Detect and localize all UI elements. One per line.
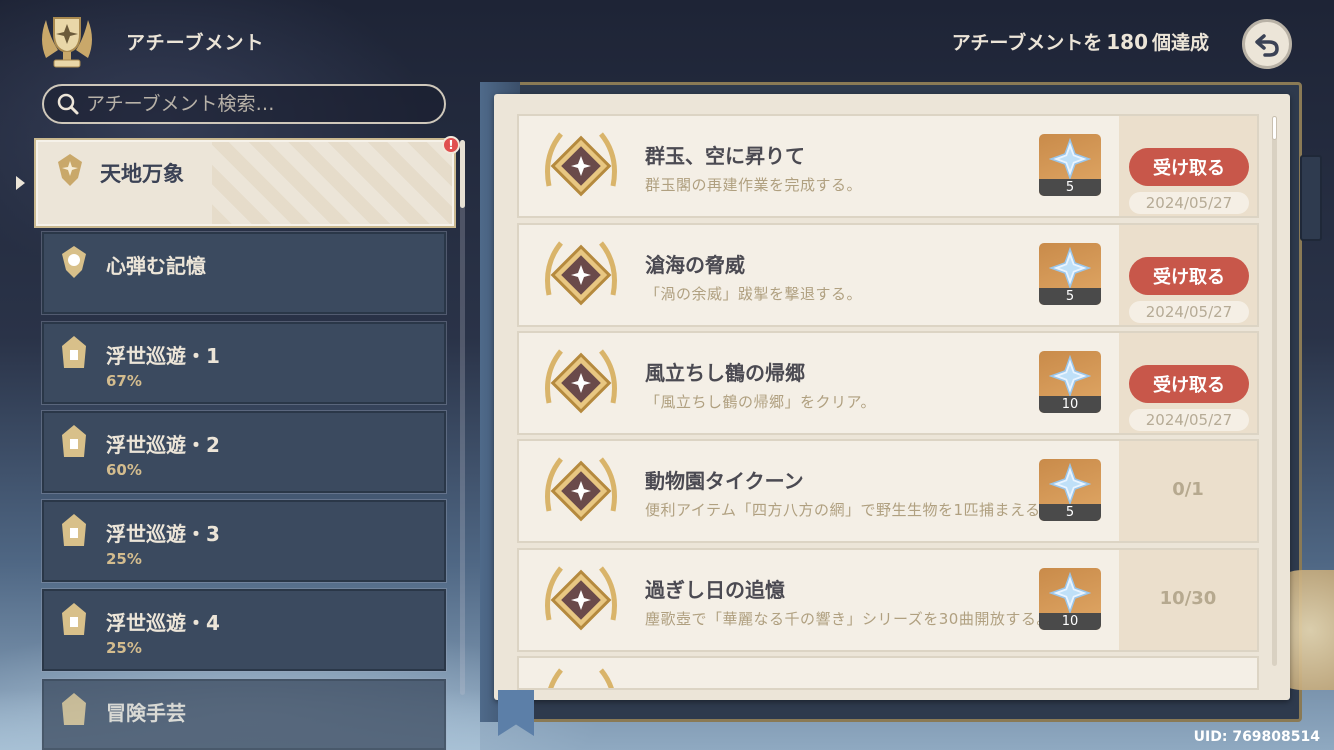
category-emblem-icon xyxy=(62,246,86,278)
category-progress: 60% xyxy=(106,461,142,479)
achievement-progress: 0/1 xyxy=(1172,479,1204,500)
category-label: 浮世巡遊・4 xyxy=(106,611,220,635)
primogem-icon xyxy=(1049,247,1091,289)
achievement-title: 風立ちし鶴の帰郷 xyxy=(645,361,805,385)
achievement-medal-icon xyxy=(548,668,614,688)
user-id: UID: 769808514 xyxy=(1193,729,1320,745)
achievement-status: 受け取る 2024/05/27 xyxy=(1119,333,1257,433)
achievement-medal-icon xyxy=(545,566,617,631)
category-item-tenchi-banshou[interactable]: 天地万象 xyxy=(34,138,456,228)
achievement-row: 群玉、空に昇りて 群玉閣の再建作業を完成する。 5 受け取る 2024/05/2… xyxy=(517,114,1259,218)
category-emblem-icon xyxy=(62,336,86,368)
achievement-row: 風立ちし鶴の帰郷 「風立ちし鶴の帰郷」をクリア。 10 受け取る 2024/05… xyxy=(517,331,1259,435)
achievement-title: 動物園タイクーン xyxy=(645,469,804,493)
achievement-title: 滄海の脅威 xyxy=(645,253,745,277)
count-suffix: 個達成 xyxy=(1151,32,1209,54)
primogem-reward: 5 xyxy=(1039,459,1101,521)
achievement-status: 受け取る 2024/05/27 xyxy=(1119,116,1257,216)
claim-button[interactable]: 受け取る xyxy=(1129,365,1249,403)
completion-date: 2024/05/27 xyxy=(1129,192,1249,214)
achievement-progress: 10/30 xyxy=(1159,588,1217,609)
page-title: アチーブメント xyxy=(126,32,265,54)
primogem-icon xyxy=(1049,463,1091,505)
search-input[interactable] xyxy=(86,93,426,115)
category-emblem-icon xyxy=(62,514,86,546)
achievement-description: 群玉閣の再建作業を完成する。 xyxy=(645,176,863,194)
reward-quantity: 10 xyxy=(1039,396,1101,413)
back-arrow-icon xyxy=(1255,34,1279,57)
scrollbar-thumb[interactable] xyxy=(460,140,465,208)
achievement-count: アチーブメントを 180 個達成 xyxy=(952,28,1209,55)
achievement-status: 受け取る 2024/05/27 xyxy=(1119,225,1257,325)
search-bar[interactable] xyxy=(42,84,446,124)
category-item-kokoro-hazumu-kioku[interactable]: 心弾む記憶 xyxy=(41,231,447,315)
category-emblem-icon xyxy=(62,693,86,725)
book-side-tab xyxy=(1300,155,1322,241)
claim-button[interactable]: 受け取る xyxy=(1129,148,1249,186)
reward-quantity: 10 xyxy=(1039,613,1101,630)
reward-quantity: 5 xyxy=(1039,179,1101,196)
completion-date: 2024/05/27 xyxy=(1129,301,1249,323)
achievement-row: 滄海の脅威 「渦の余威」跋掣を撃退する。 5 受け取る 2024/05/27 xyxy=(517,223,1259,327)
achievement-status: 0/1 xyxy=(1119,441,1257,541)
search-icon xyxy=(57,93,79,115)
claim-button[interactable]: 受け取る xyxy=(1129,257,1249,295)
selected-indicator-icon xyxy=(16,176,25,190)
count-value: 180 xyxy=(1106,30,1148,54)
category-item-ukiyo-1[interactable]: 浮世巡遊・1 67% xyxy=(41,321,447,405)
primogem-icon xyxy=(1049,572,1091,614)
achievement-row: 過ぎし日の追憶 塵歌壺で「華麗なる千の響き」シリーズを30曲開放する。 10 1… xyxy=(517,548,1259,652)
category-item-ukiyo-3[interactable]: 浮世巡遊・3 25% xyxy=(41,499,447,583)
category-progress: 25% xyxy=(106,550,142,568)
reward-quantity: 5 xyxy=(1039,504,1101,521)
category-label: 冒険手芸 xyxy=(106,701,186,725)
category-progress: 67% xyxy=(106,372,142,390)
category-progress: 25% xyxy=(106,639,142,657)
achievement-description: 塵歌壺で「華麗なる千の響き」シリーズを30曲開放する。 xyxy=(645,610,1052,628)
category-emblem-icon xyxy=(58,154,82,186)
primogem-reward: 10 xyxy=(1039,351,1101,413)
trophy-icon xyxy=(42,17,92,68)
category-emblem-icon xyxy=(62,425,86,457)
primogem-icon xyxy=(1049,138,1091,180)
completion-date: 2024/05/27 xyxy=(1129,409,1249,431)
category-label: 浮世巡遊・1 xyxy=(106,344,220,368)
primogem-reward: 10 xyxy=(1039,568,1101,630)
primogem-icon xyxy=(1049,355,1091,397)
category-label: 天地万象 xyxy=(100,162,184,186)
achievement-status: 10/30 xyxy=(1119,550,1257,650)
achievement-description: 便利アイテム「四方八方の網」で野生生物を1匹捕まえる。 xyxy=(645,501,1057,519)
achievement-row: 動物園タイクーン 便利アイテム「四方八方の網」で野生生物を1匹捕まえる。 5 0… xyxy=(517,439,1259,543)
achievement-medal-icon xyxy=(545,132,617,197)
achievement-description: 「渦の余威」跋掣を撃退する。 xyxy=(645,285,863,303)
achievement-title: 過ぎし日の追憶 xyxy=(645,578,785,602)
achievement-row-partial xyxy=(517,656,1259,690)
category-item-ukiyo-4[interactable]: 浮世巡遊・4 25% xyxy=(41,588,447,672)
achievement-medal-icon xyxy=(545,241,617,306)
scrollbar-thumb[interactable] xyxy=(1272,116,1277,140)
category-label: 浮世巡遊・2 xyxy=(106,433,220,457)
category-scrollbar[interactable] xyxy=(460,140,465,695)
count-prefix: アチーブメントを xyxy=(951,32,1103,54)
achievement-medal-icon xyxy=(545,349,617,414)
category-emblem-icon xyxy=(62,603,86,635)
back-button[interactable] xyxy=(1242,19,1292,69)
alert-badge: ! xyxy=(442,136,460,154)
category-label: 浮世巡遊・3 xyxy=(106,522,220,546)
achievement-description: 「風立ちし鶴の帰郷」をクリア。 xyxy=(645,393,877,411)
primogem-reward: 5 xyxy=(1039,243,1101,305)
card-pattern xyxy=(212,142,452,224)
achievement-medal-icon xyxy=(545,457,617,522)
category-item-bouken-shugei[interactable]: 冒険手芸 xyxy=(41,678,447,750)
achievement-title: 群玉、空に昇りて xyxy=(645,144,805,168)
category-label: 心弾む記憶 xyxy=(106,254,206,278)
category-item-ukiyo-2[interactable]: 浮世巡遊・2 60% xyxy=(41,410,447,494)
reward-quantity: 5 xyxy=(1039,288,1101,305)
achievement-scrollbar[interactable] xyxy=(1272,116,1277,666)
primogem-reward: 5 xyxy=(1039,134,1101,196)
